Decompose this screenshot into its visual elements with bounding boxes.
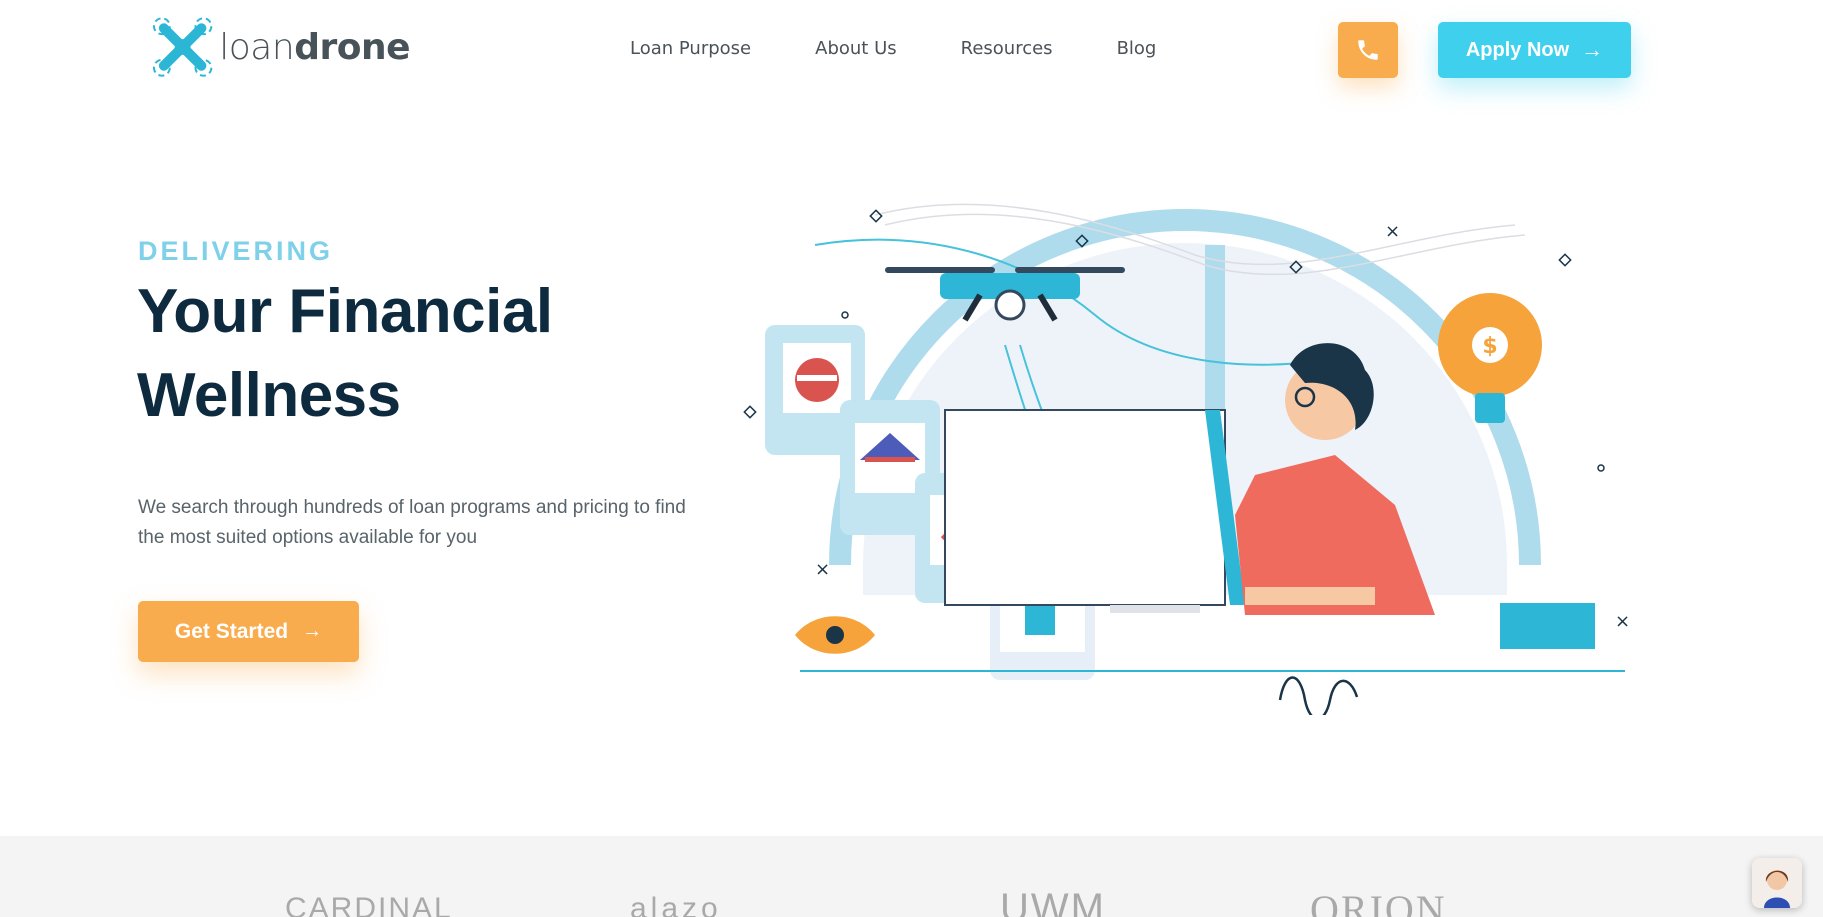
hero-eyebrow: DELIVERING <box>138 236 334 266</box>
arrow-right-icon: → <box>1581 37 1604 62</box>
svg-text:×: × <box>1385 221 1400 242</box>
drone-logo-icon <box>152 17 213 77</box>
svg-text:×: × <box>1615 611 1630 632</box>
apply-now-label: Apply Now <box>1465 38 1570 61</box>
logo[interactable]: loandrone <box>150 14 410 80</box>
partner-logo-cardinal: CARDINAL <box>285 892 453 917</box>
hero-illustration: $ × × × <box>743 203 1630 715</box>
logo-text-bold: drone <box>294 26 410 68</box>
svg-text:×: × <box>815 559 830 580</box>
phone-icon <box>1358 40 1378 60</box>
main-nav: Loan Purpose About Us Resources Blog <box>630 38 1156 59</box>
nav-blog[interactable]: Blog <box>1117 38 1157 59</box>
get-started-button[interactable]: Get Started → <box>138 601 359 662</box>
hero-description: We search through hundreds of loan progr… <box>138 497 686 548</box>
nav-resources[interactable]: Resources <box>961 38 1053 59</box>
agent-avatar-icon <box>1752 858 1802 908</box>
logo-wordmark: loandrone <box>219 27 410 68</box>
get-started-label: Get Started <box>174 619 289 643</box>
site-header: loandrone Loan Purpose About Us Resource… <box>0 0 1823 100</box>
hero-title: Your Financial Wellness <box>137 277 553 430</box>
partner-logos-strip: CARDINAL alazo UWM ORION <box>0 836 1823 917</box>
eye-icon <box>795 616 875 654</box>
phone-button[interactable] <box>1338 22 1398 78</box>
svg-text:$: $ <box>1482 334 1497 359</box>
partner-logo-uwm: UWM <box>1000 886 1106 917</box>
nav-about-us[interactable]: About Us <box>815 38 897 59</box>
partner-logo-alazo: alazo <box>630 892 722 917</box>
logo-text-light: loan <box>219 26 295 68</box>
apply-now-button[interactable]: Apply Now → <box>1438 22 1631 78</box>
arrow-right-icon: → <box>302 620 323 642</box>
chat-widget-avatar[interactable] <box>1752 858 1802 908</box>
nav-loan-purpose[interactable]: Loan Purpose <box>630 38 751 59</box>
partner-logo-orion: ORION <box>1310 887 1447 917</box>
